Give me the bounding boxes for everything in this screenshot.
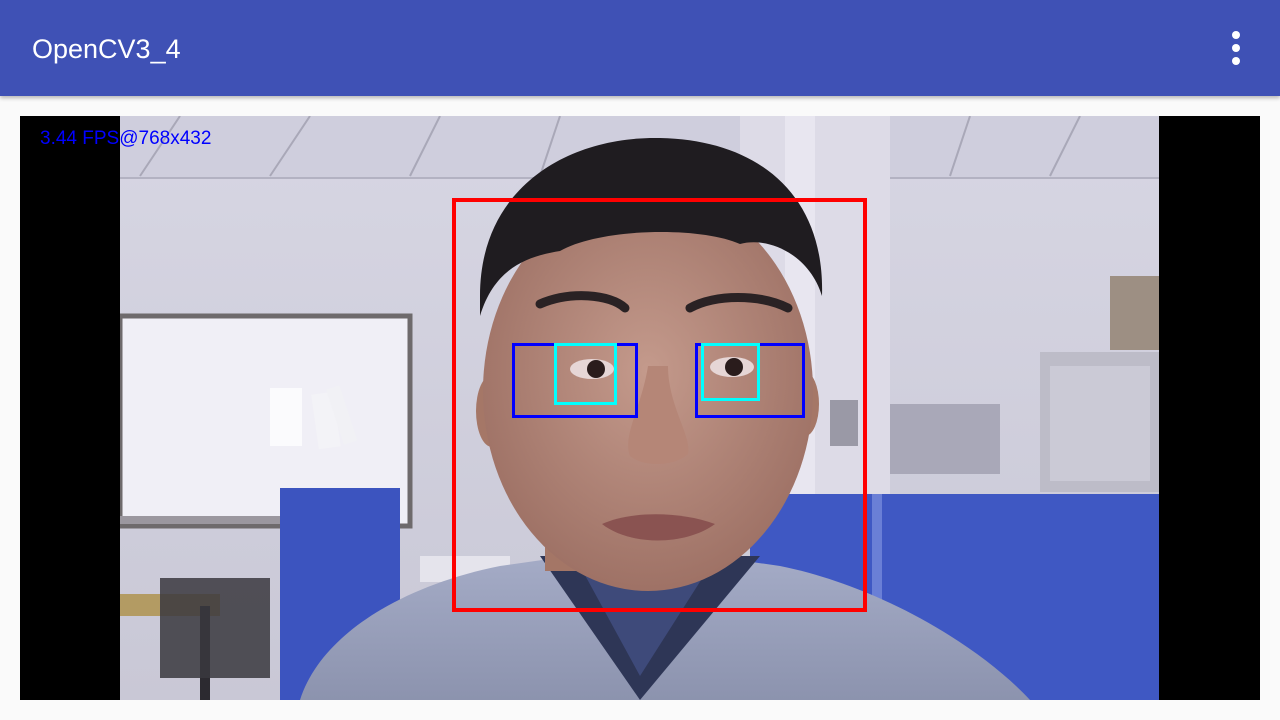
fps-readout: 3.44 FPS@768x432	[40, 128, 212, 149]
app-toolbar: OpenCV3_4	[0, 0, 1280, 96]
camera-preview[interactable]: 3.44 FPS@768x432	[20, 116, 1260, 700]
overflow-dot	[1232, 44, 1240, 52]
overflow-dot	[1232, 31, 1240, 39]
left-eye-box	[554, 343, 617, 405]
app-title: OpenCV3_4	[32, 34, 181, 64]
right-eye-box	[701, 343, 760, 401]
more-vert-icon[interactable]	[1212, 24, 1260, 72]
overflow-dot	[1232, 57, 1240, 65]
